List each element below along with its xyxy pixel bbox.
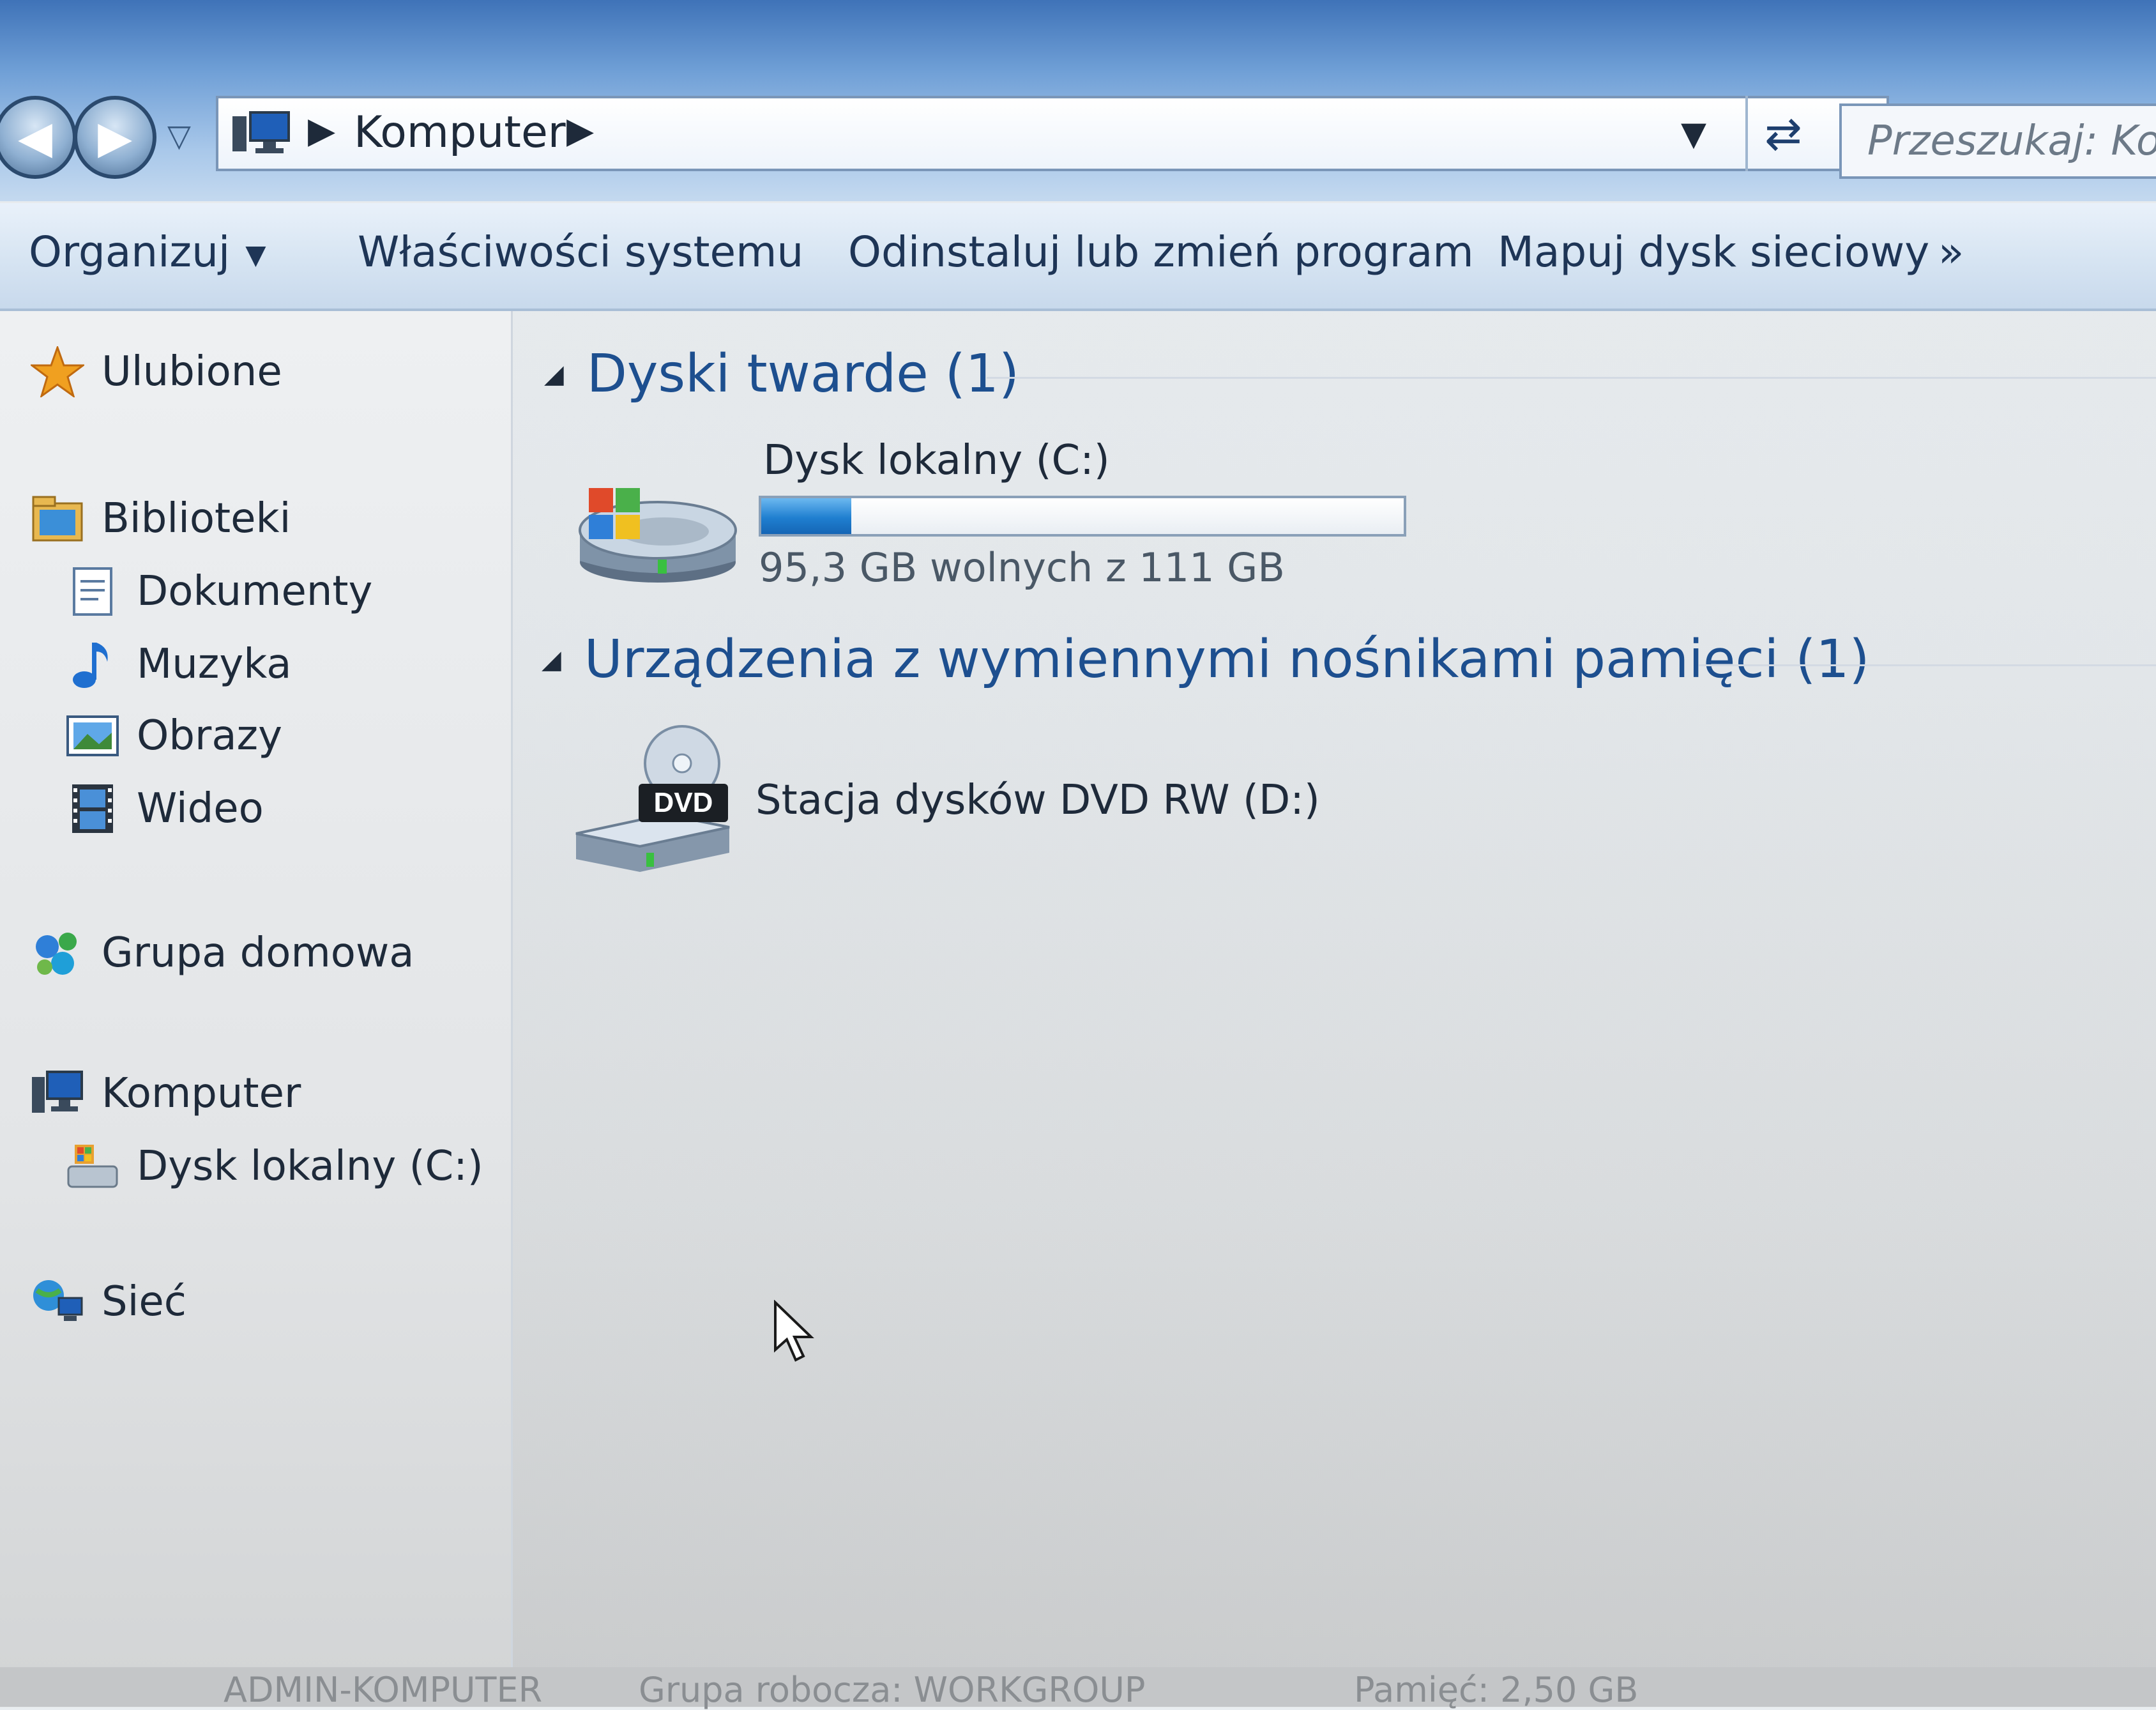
collapse-triangle-icon[interactable]: ◢: [544, 360, 564, 389]
uninstall-program-button[interactable]: Odinstaluj lub zmień program: [848, 227, 1474, 277]
arrow-left-icon: ◀: [18, 111, 52, 164]
sidebar-item-label: Dysk lokalny (C:): [137, 1143, 483, 1190]
breadcrumb-separator[interactable]: ▶: [308, 110, 335, 151]
dvd-drive-icon: DVD: [575, 725, 730, 872]
workgroup: Grupa robocza: WORKGROUP: [639, 1670, 1146, 1710]
map-network-drive-button[interactable]: Mapuj dysk sieciowy: [1498, 227, 1929, 277]
group-title: Dyski twarde (1): [586, 344, 1019, 404]
system-properties-button[interactable]: Właściwości systemu: [358, 227, 803, 277]
address-history-dropdown[interactable]: ▼: [1681, 115, 1706, 153]
details-pane: ADMIN-KOMPUTER Grupa robocza: WORKGROUP …: [0, 1667, 2156, 1710]
group-header-hard-drives[interactable]: ◢ Dyski twarde (1): [544, 344, 1019, 404]
drive-d-name[interactable]: Stacja dysków DVD RW (D:): [755, 777, 1320, 824]
sidebar-item-favorites[interactable]: Ulubione: [29, 346, 282, 397]
computer-icon: [232, 111, 290, 153]
sidebar-item-homegroup[interactable]: Grupa domowa: [29, 928, 414, 979]
drive-c-usage-bar: [759, 496, 1406, 537]
dvd-badge: DVD: [654, 787, 713, 818]
computer-name: ADMIN-KOMPUTER: [224, 1670, 543, 1710]
back-button[interactable]: ◀: [0, 96, 77, 179]
drive-c-usage-fill: [761, 498, 851, 534]
group-title: Urządzenia z wymiennymi nośnikami pamięc…: [584, 629, 1870, 690]
forward-button[interactable]: ▶: [73, 96, 156, 179]
film-icon: [64, 783, 121, 834]
network-icon: [29, 1276, 86, 1327]
group-header-removable[interactable]: ◢ Urządzenia z wymiennymi nośnikami pami…: [542, 629, 1870, 690]
sidebar-item-label: Sieć: [102, 1278, 186, 1325]
sidebar-item-label: Obrazy: [137, 712, 282, 760]
drive-c-free-space: 95,3 GB wolnych z 111 GB: [759, 544, 1285, 591]
homegroup-icon: [29, 928, 86, 979]
sidebar-item-documents[interactable]: Dokumenty: [64, 566, 372, 617]
sidebar-item-label: Grupa domowa: [102, 929, 414, 977]
group-divider: [1699, 664, 2156, 666]
address-bar[interactable]: ▶ Komputer ▶ ▼: [216, 96, 1889, 171]
sidebar-item-label: Muzyka: [137, 641, 292, 688]
sidebar-item-label: Dokumenty: [137, 568, 373, 615]
chevron-down-icon: ▼: [245, 239, 266, 271]
group-divider: [987, 377, 2156, 379]
sidebar-item-label: Komputer: [102, 1070, 301, 1117]
hard-drive-windows-icon: [579, 488, 737, 583]
memory: Pamięć: 2,50 GB: [1354, 1670, 1639, 1710]
breadcrumb-computer[interactable]: Komputer: [354, 107, 566, 158]
collapse-triangle-icon[interactable]: ◢: [542, 645, 561, 675]
organize-label: Organizuj: [29, 227, 231, 277]
title-bar: ◀ ▶ ▽ ▶ Komputer ▶ ▼ ⇄ Przeszukaj: Kom: [0, 0, 2156, 201]
sidebar-item-music[interactable]: Muzyka: [64, 639, 291, 690]
refresh-icon: ⇄: [1765, 107, 1802, 160]
organize-button[interactable]: Organizuj ▼: [29, 227, 266, 277]
hard-drive-icon: [64, 1141, 121, 1192]
arrow-right-icon: ▶: [98, 111, 132, 164]
music-note-icon: [64, 639, 121, 690]
search-placeholder: Przeszukaj: Kom: [1867, 118, 2156, 165]
drive-c-name[interactable]: Dysk lokalny (C:): [763, 437, 1110, 484]
computer-icon: [29, 1068, 86, 1119]
document-icon: [64, 566, 121, 617]
sidebar-item-libraries[interactable]: Biblioteki: [29, 493, 291, 544]
search-input[interactable]: Przeszukaj: Kom: [1839, 103, 2156, 179]
command-bar: Organizuj ▼ Właściwości systemu Odinstalu…: [0, 203, 2156, 311]
recent-pages-dropdown[interactable]: ▽: [167, 118, 191, 154]
sidebar-item-label: Ulubione: [102, 348, 282, 395]
mouse-cursor-icon: [774, 1300, 814, 1362]
sidebar-item-computer[interactable]: Komputer: [29, 1068, 301, 1119]
sidebar-item-network[interactable]: Sieć: [29, 1276, 186, 1327]
more-commands-button[interactable]: »: [1938, 227, 1964, 277]
sidebar-item-label: Wideo: [137, 785, 264, 832]
breadcrumb-separator[interactable]: ▶: [566, 110, 594, 151]
refresh-button[interactable]: ⇄: [1745, 96, 1819, 171]
sidebar-item-video[interactable]: Wideo: [64, 783, 264, 834]
sidebar-item-label: Biblioteki: [102, 495, 291, 542]
sidebar-item-local-disk-c[interactable]: Dysk lokalny (C:): [64, 1141, 483, 1192]
star-icon: [29, 346, 86, 397]
sidebar-item-pictures[interactable]: Obrazy: [64, 710, 282, 761]
picture-icon: [64, 710, 121, 761]
libraries-icon: [29, 493, 86, 544]
